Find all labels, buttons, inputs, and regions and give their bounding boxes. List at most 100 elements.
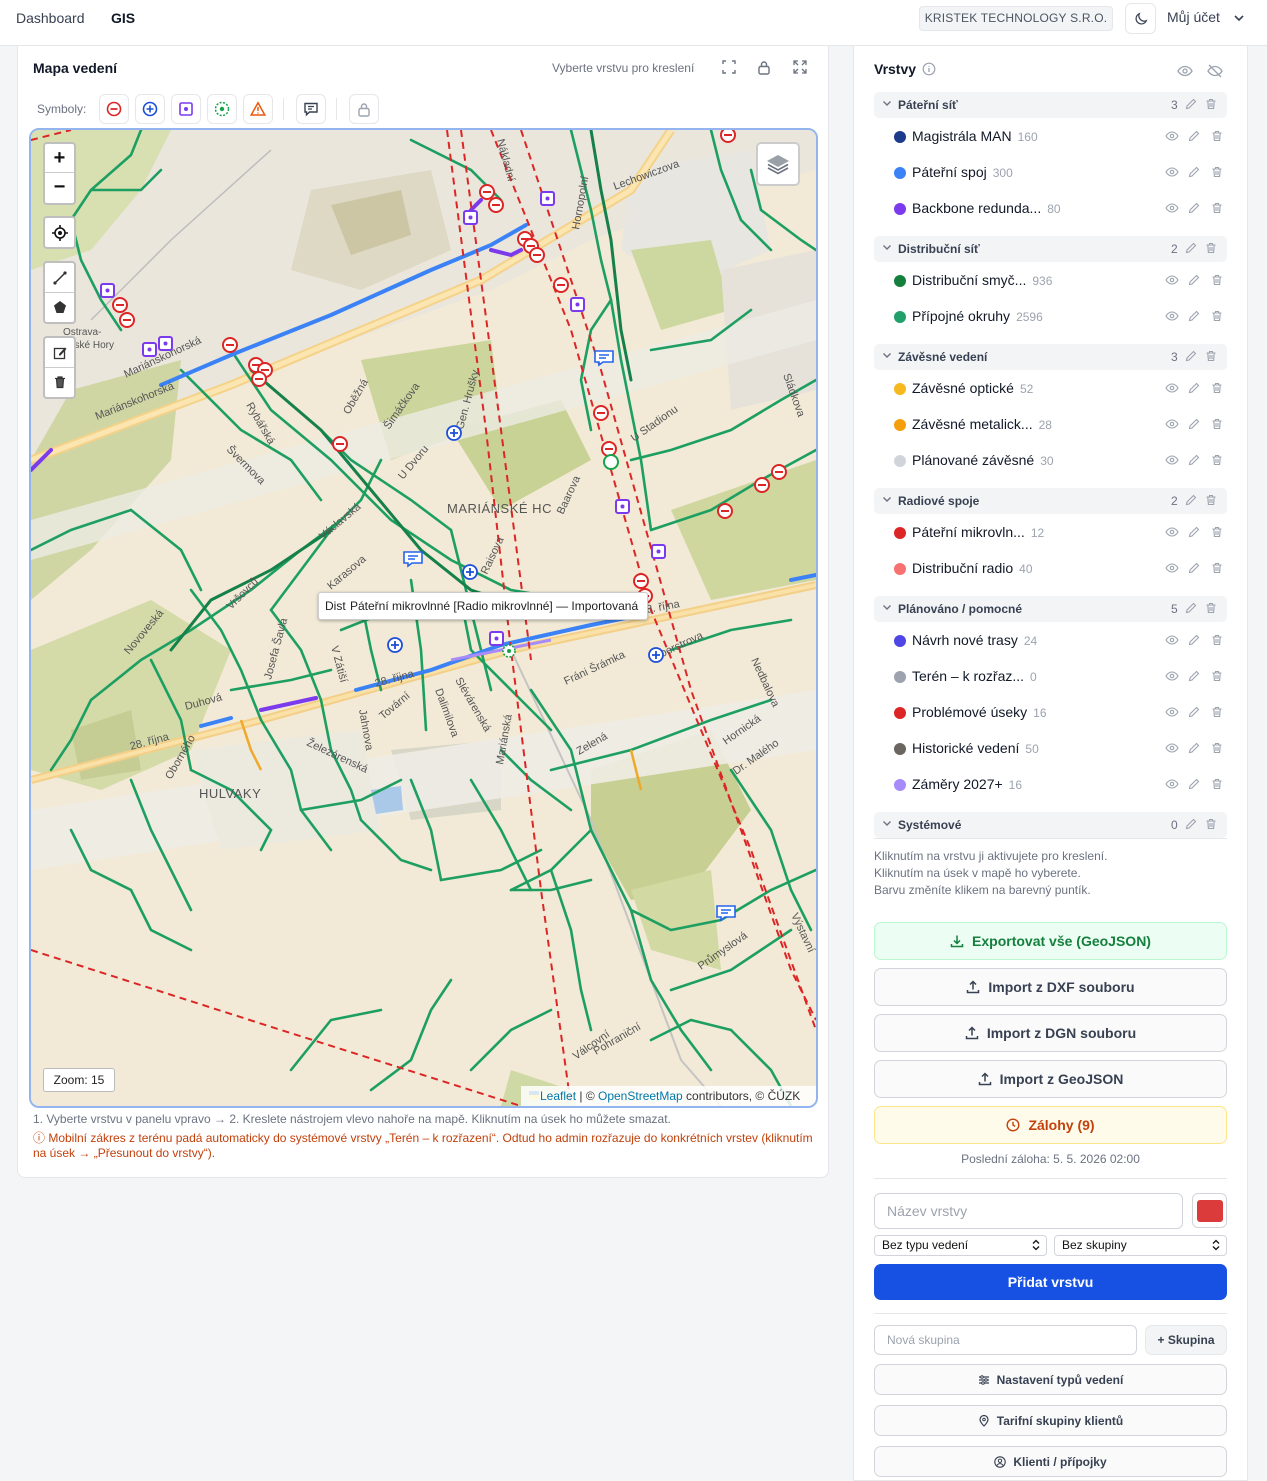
layer-row[interactable]: Páteřní mikrovln... 12: [874, 518, 1227, 548]
group-select[interactable]: Bez skupiny: [1054, 1235, 1227, 1256]
pencil-icon[interactable]: [1188, 778, 1200, 790]
pencil-icon[interactable]: [1188, 526, 1200, 538]
zoom-out-button[interactable]: −: [45, 173, 74, 202]
symbol-junction-button[interactable]: [135, 94, 165, 124]
eye-icon[interactable]: [1165, 202, 1179, 214]
no-entry-marker[interactable]: [479, 184, 495, 200]
import-geojson-button[interactable]: Import z GeoJSON: [874, 1060, 1227, 1098]
layer-row[interactable]: Závěsné optické 52: [874, 374, 1227, 404]
locate-button[interactable]: [45, 218, 74, 247]
layer-group-header[interactable]: Plánováno / pomocné 5: [874, 596, 1227, 622]
backups-button[interactable]: Zálohy (9): [874, 1106, 1227, 1144]
layer-switcher-button[interactable]: [756, 142, 800, 186]
pencil-icon[interactable]: [1188, 274, 1200, 286]
theme-toggle-button[interactable]: [1125, 3, 1156, 34]
trash-icon[interactable]: [1211, 526, 1223, 538]
eye-icon[interactable]: [1165, 418, 1179, 430]
layer-color-dot[interactable]: [894, 635, 906, 647]
delete-layers-button[interactable]: [45, 367, 74, 396]
trash-icon[interactable]: [1211, 418, 1223, 430]
show-all-eye-icon[interactable]: [1177, 64, 1193, 78]
eye-icon[interactable]: [1165, 778, 1179, 790]
layer-color-dot[interactable]: [894, 203, 906, 215]
trash-icon[interactable]: [1205, 242, 1217, 254]
layer-color-dot[interactable]: [894, 527, 906, 539]
trash-icon[interactable]: [1211, 202, 1223, 214]
eye-icon[interactable]: [1165, 742, 1179, 754]
layer-row[interactable]: Terén – k rozřaz... 0: [874, 662, 1227, 692]
box-marker[interactable]: [615, 499, 630, 514]
no-entry-marker[interactable]: [488, 197, 504, 213]
box-marker[interactable]: [540, 191, 555, 206]
clients-button[interactable]: Klienti / přípojky: [874, 1446, 1227, 1477]
line-type-select[interactable]: Bez typu vedení: [874, 1235, 1047, 1256]
trash-icon[interactable]: [1211, 310, 1223, 322]
trash-icon[interactable]: [1211, 706, 1223, 718]
layer-group-header[interactable]: Radiové spoje 2: [874, 488, 1227, 514]
layer-color-dot[interactable]: [894, 671, 906, 683]
import-dxf-button[interactable]: Import z DXF souboru: [874, 968, 1227, 1006]
pencil-icon[interactable]: [1185, 242, 1197, 254]
no-entry-marker[interactable]: [717, 503, 733, 519]
trash-icon[interactable]: [1211, 742, 1223, 754]
map-canvas[interactable]: Mariánskohorská Mariánskohorská Rybářská…: [29, 128, 818, 1108]
no-entry-marker[interactable]: [222, 337, 238, 353]
layer-group-header[interactable]: Systémové 0: [874, 812, 1227, 838]
eye-icon[interactable]: [1165, 634, 1179, 646]
box-marker[interactable]: [142, 342, 157, 357]
trash-icon[interactable]: [1211, 634, 1223, 646]
layer-color-dot[interactable]: [894, 311, 906, 323]
node-marker[interactable]: [502, 644, 516, 658]
draw-polyline-button[interactable]: [45, 263, 74, 292]
eye-icon[interactable]: [1165, 130, 1179, 142]
layer-row[interactable]: Závěsné metalick... 28: [874, 410, 1227, 440]
pencil-icon[interactable]: [1188, 670, 1200, 682]
box-marker[interactable]: [158, 336, 173, 351]
layer-row[interactable]: Backbone redunda... 80: [874, 194, 1227, 224]
box-marker[interactable]: [651, 544, 666, 559]
layer-row[interactable]: Páteřní spoj 300: [874, 158, 1227, 188]
trash-icon[interactable]: [1211, 382, 1223, 394]
import-dgn-button[interactable]: Import z DGN souboru: [874, 1014, 1227, 1052]
export-geojson-button[interactable]: Exportovat vše (GeoJSON): [874, 922, 1227, 960]
no-entry-marker[interactable]: [633, 573, 649, 589]
account-menu[interactable]: Můj účet: [1167, 9, 1244, 25]
lock-map-button[interactable]: [755, 58, 773, 76]
layer-row[interactable]: Plánované závěsné 30: [874, 446, 1227, 476]
no-entry-marker[interactable]: [754, 477, 770, 493]
layer-row[interactable]: Problémové úseky 16: [874, 698, 1227, 728]
layer-row[interactable]: Distribuční radio 40: [874, 554, 1227, 584]
symbol-node-button[interactable]: [207, 94, 237, 124]
junction-marker[interactable]: [446, 425, 462, 441]
no-entry-marker[interactable]: [119, 312, 135, 328]
pencil-icon[interactable]: [1188, 130, 1200, 142]
trash-icon[interactable]: [1205, 98, 1217, 110]
add-layer-button[interactable]: Přidat vrstvu: [874, 1264, 1227, 1300]
pencil-icon[interactable]: [1185, 818, 1197, 830]
trash-icon[interactable]: [1211, 130, 1223, 142]
no-entry-marker[interactable]: [601, 441, 617, 457]
layer-color-dot[interactable]: [894, 707, 906, 719]
hide-all-eye-off-icon[interactable]: [1207, 64, 1223, 78]
no-entry-marker[interactable]: [332, 436, 348, 452]
no-entry-marker[interactable]: [251, 371, 267, 387]
layer-row[interactable]: Návrh nové trasy 24: [874, 626, 1227, 656]
symbol-warning-button[interactable]: [243, 94, 273, 124]
eye-icon[interactable]: [1165, 274, 1179, 286]
line-types-settings-button[interactable]: Nastavení typů vedení: [874, 1364, 1227, 1395]
eye-icon[interactable]: [1165, 382, 1179, 394]
junction-marker[interactable]: [462, 564, 478, 580]
pencil-icon[interactable]: [1188, 166, 1200, 178]
no-entry-marker[interactable]: [112, 297, 128, 313]
pencil-icon[interactable]: [1188, 742, 1200, 754]
eye-icon[interactable]: [1165, 454, 1179, 466]
nav-gis[interactable]: GIS: [111, 10, 135, 26]
no-entry-marker[interactable]: [529, 247, 545, 263]
nav-dashboard[interactable]: Dashboard: [16, 10, 85, 26]
eye-icon[interactable]: [1165, 670, 1179, 682]
layer-name-input[interactable]: Název vrstvy: [874, 1193, 1183, 1229]
pencil-icon[interactable]: [1185, 602, 1197, 614]
junction-marker[interactable]: [387, 637, 403, 653]
eye-icon[interactable]: [1165, 706, 1179, 718]
layer-color-dot[interactable]: [894, 131, 906, 143]
